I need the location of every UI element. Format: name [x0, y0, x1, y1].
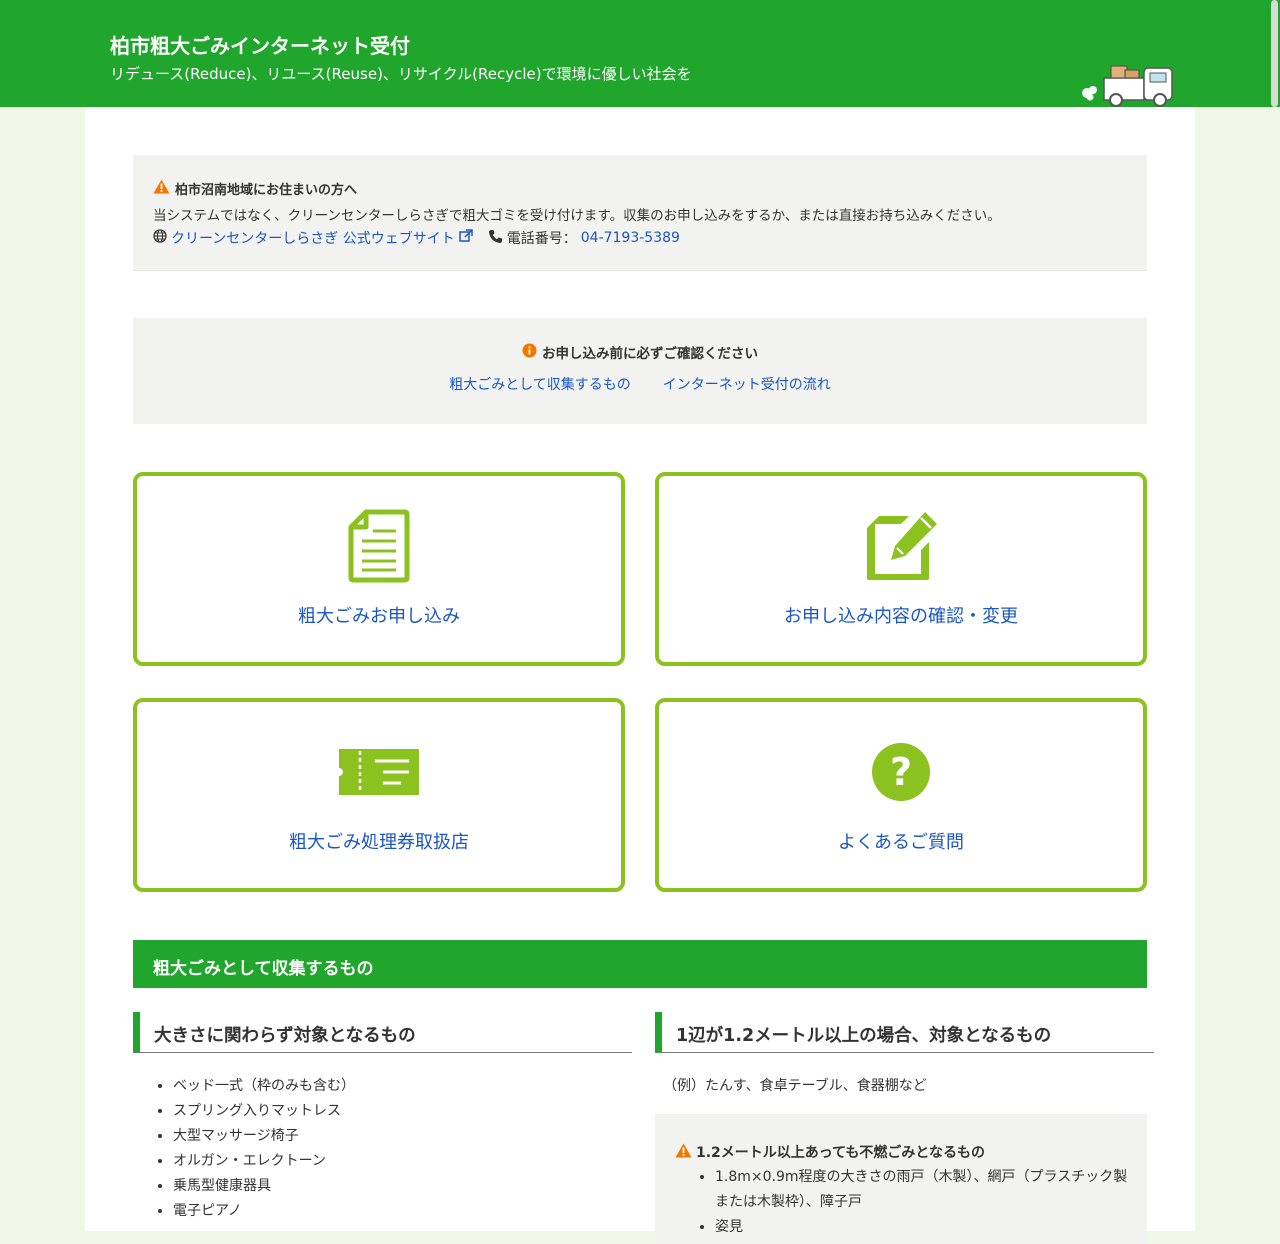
- any-size-heading: 大きさに関わらず対象となるもの: [133, 1012, 632, 1053]
- internet-flow-link[interactable]: インターネット受付の流れ: [663, 374, 831, 394]
- ticket-shop-card-label: 粗大ごみ処理券取扱店: [289, 832, 469, 853]
- faq-card-label: よくあるご質問: [838, 832, 964, 853]
- over-1-2m-heading-text: 1辺が1.2メートル以上の場合、対象となるもの: [676, 1026, 1052, 1046]
- collected-items-section-header: 粗大ごみとして収集するもの: [133, 940, 1147, 988]
- globe-icon: [153, 229, 167, 247]
- external-link-icon: [459, 229, 473, 247]
- document-icon: [348, 509, 410, 587]
- ticket-shop-card[interactable]: 粗大ごみ処理券取扱店: [133, 698, 625, 892]
- non-combustible-warning: 1.2メートル以上あっても不燃ごみとなるもの 1.8m×0.9m程度の大きさの雨…: [655, 1114, 1147, 1244]
- any-size-heading-text: 大きさに関わらず対象となるもの: [154, 1026, 416, 1046]
- svg-text:?: ?: [890, 750, 912, 794]
- site-subtitle: リデュース(Reduce)、リユース(Reuse)、リサイクル(Recycle)…: [110, 65, 692, 83]
- site-header: 柏市粗大ごみインターネット受付 リデュース(Reduce)、リユース(Reuse…: [0, 0, 1280, 107]
- example-text: （例）たんす、食卓テーブル、食器棚など: [663, 1078, 927, 1094]
- scrollbar[interactable]: [1271, 0, 1278, 107]
- phone-number-link[interactable]: 04-7193-5389: [581, 230, 680, 246]
- list-item: 電子ピアノ: [173, 1199, 355, 1224]
- truck-icon: [1078, 60, 1180, 112]
- main-content: 柏市沼南地域にお住まいの方へ 当システムではなく、クリーンセンターしらさぎで粗大…: [85, 107, 1195, 1244]
- confirm-change-card-label: お申し込み内容の確認・変更: [784, 606, 1018, 627]
- warning-title: 1.2メートル以上あっても不燃ごみとなるもの: [696, 1145, 985, 1161]
- section-title: 粗大ごみとして収集するもの: [153, 959, 374, 979]
- phone-label: 電話番号：: [506, 231, 577, 247]
- warning-item-list: 1.8m×0.9m程度の大きさの雨戸（木製）、網戸（プラスチック製または木製枠）…: [697, 1165, 1135, 1240]
- list-item: 姿見: [715, 1215, 1135, 1240]
- list-item: ベッド一式（枠のみも含む）: [173, 1074, 355, 1099]
- notice-body: 当システムではなく、クリーンセンターしらさぎで粗大ゴミを受け付けます。収集のお申…: [153, 208, 1001, 224]
- question-icon: ?: [871, 742, 931, 806]
- warning-icon: [153, 179, 170, 198]
- edit-icon: [863, 510, 939, 586]
- list-item: オルガン・エレクトーン: [173, 1149, 355, 1174]
- list-item: 大型マッサージ椅子: [173, 1124, 355, 1149]
- apply-card-label: 粗大ごみお申し込み: [298, 606, 460, 627]
- ticket-icon: [335, 749, 419, 799]
- confirm-title: お申し込み前に必ずご確認ください: [542, 346, 758, 362]
- apply-card[interactable]: 粗大ごみお申し込み: [133, 472, 625, 666]
- over-1-2m-heading: 1辺が1.2メートル以上の場合、対象となるもの: [655, 1012, 1154, 1053]
- list-item: 乗馬型健康器具: [173, 1174, 355, 1199]
- warning-icon: [675, 1143, 692, 1162]
- collected-items-link[interactable]: 粗大ごみとして収集するもの: [449, 374, 631, 394]
- faq-card[interactable]: ? よくあるご質問: [655, 698, 1147, 892]
- list-item: スプリング入りマットレス: [173, 1099, 355, 1124]
- shonan-area-notice: 柏市沼南地域にお住まいの方へ 当システムではなく、クリーンセンターしらさぎで粗大…: [133, 155, 1147, 271]
- list-item: 1.8m×0.9m程度の大きさの雨戸（木製）、網戸（プラスチック製または木製枠）…: [715, 1165, 1135, 1215]
- confirm-change-card[interactable]: お申し込み内容の確認・変更: [655, 472, 1147, 666]
- site-title[interactable]: 柏市粗大ごみインターネット受付: [110, 30, 410, 59]
- any-size-item-list: ベッド一式（枠のみも含む） スプリング入りマットレス 大型マッサージ椅子 オルガ…: [157, 1074, 355, 1224]
- confirm-notice: お申し込み前に必ずご確認ください 粗大ごみとして収集するもの インターネット受付…: [133, 318, 1147, 424]
- phone-icon: [488, 229, 503, 248]
- shirasagi-website-link[interactable]: クリーンセンターしらさぎ 公式ウェブサイト: [171, 228, 455, 248]
- notice-title: 柏市沼南地域にお住まいの方へ: [175, 183, 358, 198]
- info-icon: [522, 343, 537, 362]
